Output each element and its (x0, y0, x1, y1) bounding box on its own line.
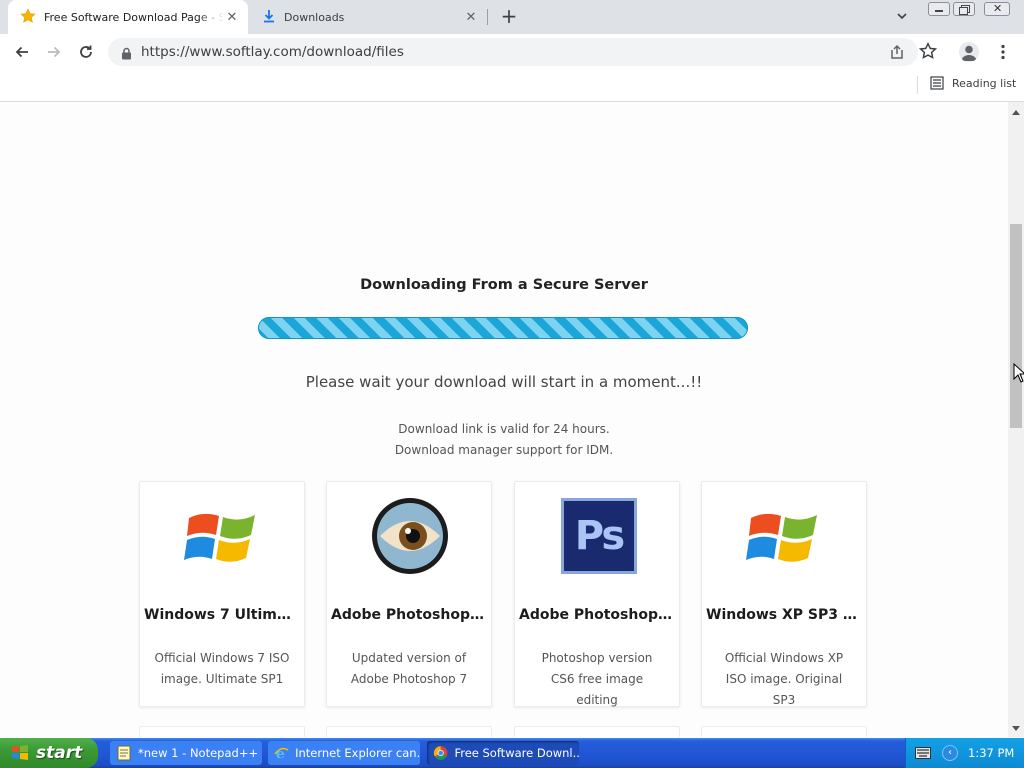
taskbar-item-chrome[interactable]: Free Software Downl... (427, 741, 579, 765)
windows-logo-icon (745, 496, 825, 576)
forward-button[interactable] (42, 40, 66, 64)
scroll-up-arrow-icon[interactable] (1012, 110, 1020, 115)
bookmark-star-icon[interactable] (918, 41, 938, 64)
tab-softlay[interactable]: Free Software Download Page - Softlay ✕ (8, 0, 248, 34)
lock-icon[interactable] (121, 45, 132, 64)
back-button[interactable] (10, 40, 34, 64)
card-description: Photoshop version CS6 free image editing (541, 651, 653, 707)
tab-title: Free Software Download Page - Softlay (44, 10, 224, 24)
software-card-windows-7[interactable]: Windows 7 Ultimate ... Official Windows … (139, 481, 305, 707)
card-title[interactable]: Windows XP SP3 ISO (706, 607, 862, 623)
minimize-button[interactable] (928, 2, 950, 16)
tab-title: Downloads (284, 10, 345, 24)
taskbar: start *new 1 - Notepad++ e Internet Expl… (0, 738, 1024, 768)
menu-kebab-icon[interactable] (995, 44, 1011, 60)
card-description: Updated version of Adobe Photoshop 7 (350, 651, 468, 686)
tab-search-icon[interactable] (895, 8, 915, 26)
reading-list-label: Reading list (952, 76, 1017, 90)
reload-button[interactable] (74, 40, 98, 64)
restore-button[interactable] (953, 2, 975, 16)
task-label: Internet Explorer can... (295, 746, 420, 760)
tab-strip: Free Software Download Page - Softlay ✕ … (0, 0, 1024, 34)
notepad-icon (117, 745, 131, 761)
software-card-partial[interactable] (514, 726, 680, 737)
validity-note: Download link is valid for 24 hours. (398, 422, 610, 436)
tray-expand-icon[interactable]: ‹ (942, 745, 958, 761)
close-window-button[interactable]: ✕ (984, 2, 1010, 16)
card-description: Official Windows 7 ISO image. Ultimate S… (154, 651, 290, 686)
wait-message: Please wait your download will start in … (305, 373, 703, 391)
software-card-photoshop-cs6[interactable]: Ps Adobe Photoshop CS6 Photoshop version… (514, 481, 680, 707)
card-title[interactable]: Adobe Photoshop CS6 (519, 607, 675, 623)
software-card-windows-xp[interactable]: Windows XP SP3 ISO Official Windows XP I… (701, 481, 867, 707)
mouse-cursor-icon (1013, 363, 1024, 383)
start-button[interactable]: start (0, 738, 98, 768)
keyboard-icon (915, 747, 931, 759)
browser-toolbar: https://www.softlay.com/download/files (0, 34, 1024, 70)
software-card-partial[interactable] (326, 726, 492, 737)
download-progress-bar (258, 317, 748, 339)
task-label: Free Software Downl... (454, 746, 579, 760)
profile-avatar-icon[interactable] (959, 42, 979, 62)
software-card-photoshop-7[interactable]: Adobe Photoshop 7.0 Updated version of A… (326, 481, 492, 707)
address-bar[interactable]: https://www.softlay.com/download/files (108, 38, 918, 66)
page-heading: Downloading From a Secure Server (360, 277, 648, 293)
task-label: *new 1 - Notepad++ (138, 746, 259, 760)
windows-logo-icon (183, 496, 263, 576)
card-description: Official Windows XP ISO image. Original … (724, 651, 844, 707)
arrow-left-icon (15, 46, 28, 58)
system-tray: ‹ 1:37 PM (905, 738, 1024, 768)
clock: 1:37 PM (968, 746, 1015, 760)
card-title[interactable]: Adobe Photoshop 7.0 (331, 607, 487, 623)
photoshop-ps-icon: Ps (558, 496, 638, 576)
download-icon (262, 9, 276, 26)
bookmarks-separator (917, 76, 918, 94)
start-label: start (36, 743, 83, 763)
tab-separator (487, 9, 488, 25)
internet-explorer-icon: e (274, 747, 289, 761)
scrollbar-thumb[interactable] (1010, 224, 1022, 428)
taskbar-item-ie[interactable]: e Internet Explorer can... (268, 741, 420, 765)
software-card-partial[interactable] (139, 726, 305, 737)
card-title[interactable]: Windows 7 Ultimate ... (144, 607, 300, 623)
scroll-down-arrow-icon[interactable] (1012, 726, 1020, 731)
bookmarks-bar: Reading list (0, 70, 1024, 102)
reading-list-button[interactable]: Reading list (930, 76, 1016, 90)
share-icon[interactable] (889, 44, 905, 64)
url-text[interactable]: https://www.softlay.com/download/files (141, 44, 404, 60)
tab-downloads[interactable]: Downloads ✕ (252, 0, 487, 34)
arrow-right-icon (48, 46, 61, 58)
ps-icon-text: Ps (574, 513, 625, 559)
new-tab-button[interactable]: + (498, 6, 520, 28)
chrome-icon (433, 746, 448, 760)
windows-flag-icon (12, 745, 28, 760)
page-scrollbar[interactable] (1008, 102, 1024, 737)
page-content: Downloading From a Secure Server Please … (0, 102, 1008, 737)
close-tab-icon[interactable]: ✕ (224, 9, 240, 25)
software-card-partial[interactable] (701, 726, 867, 737)
reload-icon (80, 45, 92, 58)
reading-list-icon (930, 76, 944, 90)
photoshop-eye-icon (370, 496, 450, 576)
taskbar-item-notepad[interactable]: *new 1 - Notepad++ (110, 741, 262, 765)
star-icon (20, 7, 36, 27)
idm-note: Download manager support for IDM. (394, 443, 614, 457)
close-tab-icon[interactable]: ✕ (463, 9, 479, 25)
